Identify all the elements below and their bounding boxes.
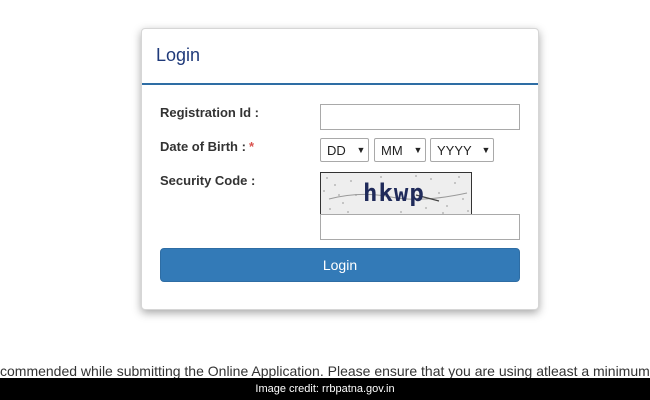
dob-month-select[interactable]: MM ▼ <box>374 138 426 162</box>
page: Login Registration Id : Date of Birth : *… <box>0 0 650 400</box>
dob-day-select[interactable]: DD ▼ <box>320 138 369 162</box>
chevron-down-icon: ▼ <box>413 145 423 155</box>
login-panel-header: Login <box>142 29 538 85</box>
registration-id-label: Registration Id : <box>160 105 259 120</box>
dob-label-text: Date of Birth : <box>160 139 246 154</box>
required-star: * <box>248 139 255 154</box>
chevron-down-icon: ▼ <box>481 145 491 155</box>
security-code-input[interactable] <box>320 214 520 240</box>
image-credit-text: Image credit: rrbpatna.gov.in <box>255 383 395 395</box>
image-credit-bar: Image credit: rrbpatna.gov.in <box>0 378 650 400</box>
security-code-label: Security Code : <box>160 173 256 188</box>
panel-title: Login <box>156 45 201 65</box>
captcha-image: hkwp <box>320 172 472 215</box>
login-panel: Login Registration Id : Date of Birth : *… <box>141 28 539 310</box>
login-button[interactable]: Login <box>160 248 520 282</box>
browser-notice-text: commended while submitting the Online Ap… <box>0 363 650 379</box>
dob-year-value: YYYY <box>437 142 472 158</box>
chevron-down-icon: ▼ <box>356 145 366 155</box>
captcha-text: hkwp <box>363 179 425 207</box>
dob-month-value: MM <box>381 142 403 158</box>
registration-id-input[interactable] <box>320 104 520 130</box>
dob-year-select[interactable]: YYYY ▼ <box>430 138 494 162</box>
dob-day-value: DD <box>327 142 346 158</box>
dob-label: Date of Birth : * <box>160 139 254 154</box>
